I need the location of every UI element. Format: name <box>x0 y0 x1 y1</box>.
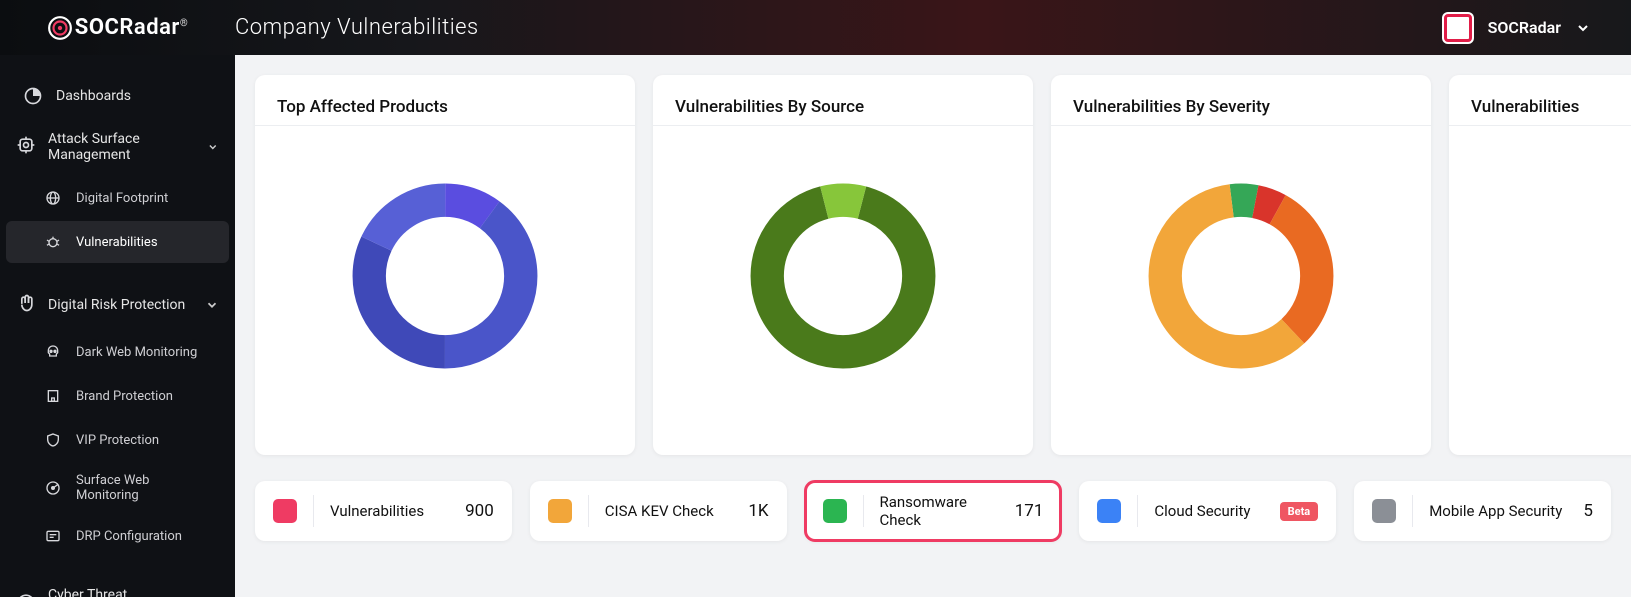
divider <box>588 495 589 527</box>
sidebar-item-dark-web[interactable]: Dark Web Monitoring <box>6 331 229 373</box>
stat-label: Cloud Security <box>1154 502 1250 520</box>
stats-row: Vulnerabilities 900 CISA KEV Check 1K Ra… <box>255 481 1611 541</box>
config-icon <box>42 525 64 547</box>
chevron-down-icon <box>1575 20 1591 36</box>
stat-label: CISA KEV Check <box>605 502 714 520</box>
skull-icon <box>42 341 64 363</box>
target-icon <box>16 135 36 159</box>
sidebar-item-dashboards[interactable]: Dashboards <box>6 75 229 117</box>
card-title: Vulnerabilities By Severity <box>1073 97 1409 117</box>
sidebar-item-asm[interactable]: Attack Surface Management <box>0 119 235 175</box>
card-title: Vulnerabilities By Source <box>675 97 1011 117</box>
radar-scan-icon <box>42 477 64 499</box>
sidebar-item-brand-protection[interactable]: Brand Protection <box>6 375 229 417</box>
account-name: SOCRadar <box>1488 18 1561 37</box>
stat-swatch <box>273 499 297 523</box>
shield-icon <box>42 429 64 451</box>
stat-cisa-kev[interactable]: CISA KEV Check 1K <box>530 481 787 541</box>
sidebar: Dashboards Attack Surface Management Dig… <box>0 55 235 597</box>
sidebar-item-label: DRP Configuration <box>76 529 182 544</box>
sidebar-item-label: Digital Risk Protection <box>48 297 185 313</box>
dashboard-icon <box>22 85 44 107</box>
sidebar-item-label: VIP Protection <box>76 433 159 448</box>
card-top-affected-products[interactable]: Top Affected Products <box>255 75 635 455</box>
page-title: Company Vulnerabilities <box>235 15 479 40</box>
radar-icon <box>47 15 73 41</box>
stat-swatch <box>1372 499 1396 523</box>
sidebar-item-label: Vulnerabilities <box>76 235 158 250</box>
sidebar-item-label: Surface Web Monitoring <box>76 473 213 503</box>
card-vuln-by-severity[interactable]: Vulnerabilities By Severity <box>1051 75 1431 455</box>
sidebar-item-vip-protection[interactable]: VIP Protection <box>6 419 229 461</box>
sidebar-item-label: Dashboards <box>56 88 131 104</box>
donut-chart-products <box>345 176 545 376</box>
stat-label: Ransomware Check <box>880 493 999 529</box>
account-badge-icon <box>1442 12 1474 44</box>
sidebar-item-digital-footprint[interactable]: Digital Footprint <box>6 177 229 219</box>
card-title: Top Affected Products <box>277 97 613 117</box>
building-icon <box>42 385 64 407</box>
stat-swatch <box>548 499 572 523</box>
chevron-down-icon <box>205 298 219 312</box>
stat-value: 900 <box>465 501 494 521</box>
divider <box>1137 495 1138 527</box>
card-vuln-partial[interactable]: Vulnerabilities Reso <box>1449 75 1631 455</box>
card-title: Vulnerabilities <box>1471 97 1631 117</box>
stat-cloud-security[interactable]: Cloud Security Beta <box>1079 481 1336 541</box>
donut-chart-source <box>743 176 943 376</box>
charts-row: Top Affected Products Vulnerabilities By… <box>255 75 1611 455</box>
stat-swatch <box>823 499 847 523</box>
eye-icon <box>16 591 36 597</box>
stat-mobile-app-security[interactable]: Mobile App Security 5 <box>1354 481 1611 541</box>
bug-icon <box>42 231 64 253</box>
stat-swatch <box>1097 499 1121 523</box>
stat-vulnerabilities[interactable]: Vulnerabilities 900 <box>255 481 512 541</box>
sidebar-item-drp[interactable]: Digital Risk Protection <box>0 281 235 329</box>
sidebar-item-drp-config[interactable]: DRP Configuration <box>6 515 229 557</box>
sidebar-item-cti[interactable]: Cyber Threat Intelligence <box>0 575 235 597</box>
hand-shield-icon <box>16 293 36 317</box>
sidebar-item-label: Brand Protection <box>76 389 173 404</box>
sidebar-item-label: Dark Web Monitoring <box>76 345 197 360</box>
brand-logo[interactable]: SOCRadar® <box>0 15 235 41</box>
main-content: Top Affected Products Vulnerabilities By… <box>235 55 1631 597</box>
sidebar-item-surface-web[interactable]: Surface Web Monitoring <box>6 463 229 513</box>
stat-value: 171 <box>1015 501 1044 521</box>
beta-badge: Beta <box>1280 502 1319 521</box>
brand-text: SOCRadar® <box>75 15 188 40</box>
divider <box>1412 495 1413 527</box>
card-vuln-by-source[interactable]: Vulnerabilities By Source <box>653 75 1033 455</box>
divider <box>863 495 864 527</box>
topbar: SOCRadar® Company Vulnerabilities SOCRad… <box>0 0 1631 55</box>
stat-value: 1K <box>748 501 768 521</box>
divider <box>313 495 314 527</box>
sidebar-item-label: Attack Surface Management <box>48 131 195 163</box>
sidebar-item-label: Digital Footprint <box>76 191 168 206</box>
chevron-down-icon <box>207 140 219 154</box>
stat-value: 5 <box>1583 501 1593 521</box>
stat-label: Mobile App Security <box>1429 502 1562 520</box>
account-switcher[interactable]: SOCRadar <box>1442 12 1631 44</box>
stat-label: Vulnerabilities <box>330 502 424 520</box>
sidebar-item-vulnerabilities[interactable]: Vulnerabilities <box>6 221 229 263</box>
stat-ransomware[interactable]: Ransomware Check 171 <box>805 481 1062 541</box>
globe-icon <box>42 187 64 209</box>
donut-chart-severity <box>1141 176 1341 376</box>
sidebar-item-label: Cyber Threat Intelligence <box>48 587 194 597</box>
